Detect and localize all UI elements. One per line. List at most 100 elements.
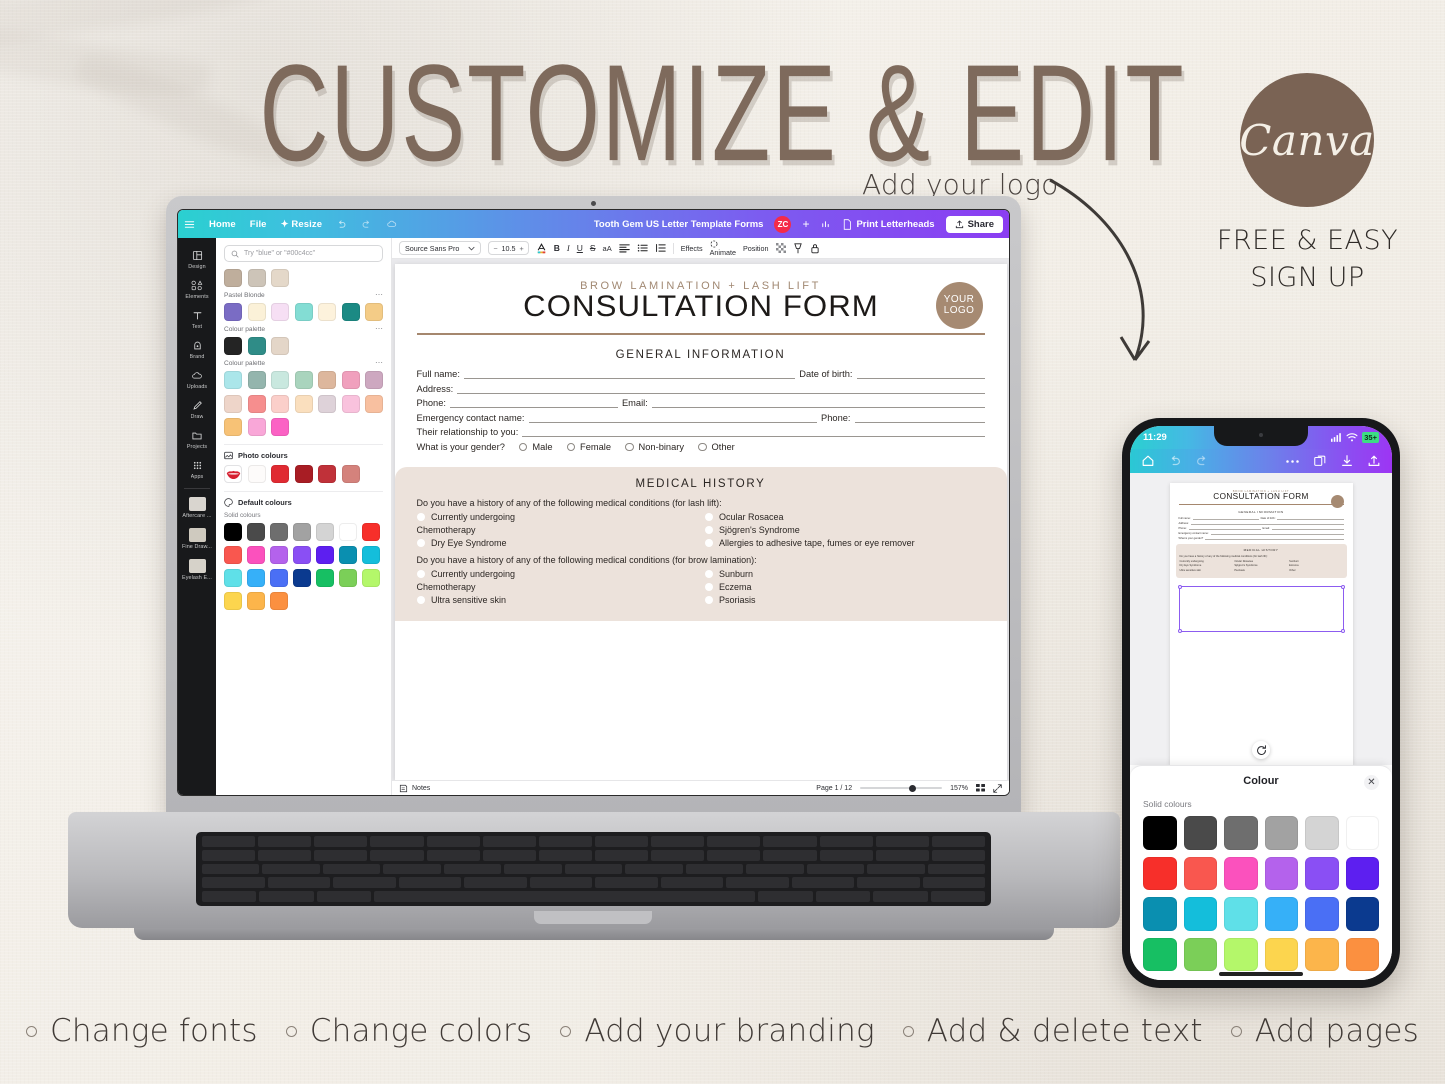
sheet-color-swatch[interactable]: [1224, 856, 1258, 890]
font-family-select[interactable]: Source Sans Pro: [399, 241, 482, 255]
color-swatch[interactable]: [224, 303, 242, 321]
print-letterheads-button[interactable]: Print Letterheads: [842, 219, 935, 230]
sheet-color-swatch[interactable]: [1143, 897, 1177, 931]
zoom-slider[interactable]: [860, 784, 943, 792]
medical-option[interactable]: Currently undergoing: [416, 512, 697, 522]
color-swatch[interactable]: [341, 303, 360, 321]
phone-document-page[interactable]: BROW LAMINATION + LASH LIFT CONSULTATION…: [1169, 483, 1353, 765]
add-collaborator-button[interactable]: +: [802, 218, 809, 230]
color-swatch[interactable]: [247, 592, 265, 610]
zoom-slider-handle[interactable]: [909, 784, 917, 792]
color-swatch[interactable]: [247, 546, 265, 564]
photo-color-swatch[interactable]: [341, 465, 360, 483]
sidebar-item-aftercare[interactable]: Aftercare ...: [178, 492, 216, 523]
document-title[interactable]: Tooth Gem US Letter Template Forms: [594, 219, 764, 230]
sheet-color-swatch[interactable]: [1264, 897, 1298, 931]
topbar-item-home[interactable]: Home: [209, 219, 236, 230]
sidebar-item-apps[interactable]: Apps: [178, 454, 216, 484]
pages-icon[interactable]: [1313, 454, 1327, 468]
medical-option[interactable]: Chemotherapy: [417, 525, 697, 535]
sheet-color-swatch[interactable]: [1143, 937, 1177, 971]
topbar-item-file[interactable]: File: [250, 219, 267, 230]
grid-view-icon[interactable]: [976, 783, 985, 793]
color-swatch[interactable]: [271, 269, 289, 287]
color-swatch[interactable]: [362, 523, 380, 541]
color-swatch[interactable]: [362, 546, 380, 564]
color-swatch[interactable]: [271, 371, 289, 389]
sheet-color-swatch[interactable]: [1183, 897, 1217, 931]
sheet-color-swatch[interactable]: [1305, 937, 1339, 971]
transparency-icon[interactable]: [775, 243, 786, 253]
sheet-color-swatch[interactable]: [1305, 816, 1339, 850]
home-icon[interactable]: [1141, 454, 1155, 468]
bullet-list-icon[interactable]: [637, 243, 648, 253]
gender-option-nonbinary[interactable]: Non-binary: [625, 442, 684, 452]
gender-option-other[interactable]: Other: [698, 442, 735, 452]
color-swatch[interactable]: [247, 569, 265, 587]
field-input[interactable]: [856, 369, 985, 380]
field-input[interactable]: [449, 398, 618, 409]
download-icon[interactable]: [1340, 454, 1354, 468]
color-swatch[interactable]: [341, 371, 360, 389]
sheet-color-swatch[interactable]: [1183, 856, 1217, 890]
sheet-color-swatch[interactable]: [1305, 856, 1339, 890]
medical-option[interactable]: Sjögren's Syndrome: [704, 525, 985, 535]
color-swatch[interactable]: [271, 337, 289, 355]
strikethrough-button[interactable]: S: [590, 243, 596, 253]
color-swatch[interactable]: [294, 394, 313, 413]
color-swatch[interactable]: [247, 523, 265, 541]
sheet-color-swatch[interactable]: [1345, 937, 1379, 971]
sheet-color-swatch[interactable]: [1183, 816, 1217, 850]
color-swatch[interactable]: [294, 303, 313, 321]
field-input[interactable]: [457, 384, 985, 394]
color-swatch[interactable]: [318, 371, 336, 389]
font-size-value[interactable]: 10.5: [502, 244, 516, 253]
color-swatch[interactable]: [271, 418, 289, 436]
redo-icon[interactable]: [361, 219, 372, 230]
sidebar-item-brand[interactable]: Brand: [178, 334, 216, 364]
color-swatch[interactable]: [365, 394, 383, 413]
color-swatch[interactable]: [339, 569, 357, 587]
color-swatch[interactable]: [318, 394, 336, 413]
field-input[interactable]: [522, 427, 985, 438]
color-swatch[interactable]: [365, 303, 383, 321]
sheet-color-swatch[interactable]: [1143, 816, 1177, 850]
animate-button[interactable]: Animate: [710, 240, 736, 257]
color-swatch[interactable]: [247, 394, 266, 413]
field-input[interactable]: [463, 369, 796, 380]
search-input[interactable]: Try "blue" or "#00c4cc": [224, 245, 383, 262]
color-swatch[interactable]: [224, 337, 242, 355]
color-swatch[interactable]: [341, 394, 360, 413]
phone-canvas[interactable]: BROW LAMINATION + LASH LIFT CONSULTATION…: [1130, 473, 1392, 765]
sheet-color-swatch[interactable]: [1345, 816, 1379, 850]
font-size-decrease[interactable]: −: [493, 244, 497, 253]
color-swatch[interactable]: [271, 303, 289, 321]
effects-button[interactable]: Effects: [681, 244, 703, 253]
color-swatch[interactable]: [365, 371, 383, 389]
palette-options-icon[interactable]: ⋯: [375, 359, 383, 367]
color-swatch[interactable]: [224, 546, 242, 564]
sidebar-item-text[interactable]: Text: [178, 304, 216, 334]
color-swatch[interactable]: [270, 523, 288, 541]
photo-color-swatch[interactable]: [271, 465, 289, 483]
page-indicator[interactable]: Page 1 / 12: [816, 785, 852, 792]
color-swatch[interactable]: [316, 523, 334, 541]
align-left-icon[interactable]: [619, 243, 630, 253]
field-input[interactable]: [651, 398, 985, 409]
sheet-color-swatch[interactable]: [1264, 937, 1298, 971]
text-color-a-icon[interactable]: [536, 242, 547, 254]
gender-option-female[interactable]: Female: [566, 442, 611, 452]
sidebar-item-fine-draw[interactable]: Fine Draw...: [178, 523, 216, 554]
medical-option[interactable]: Sunburn: [704, 569, 985, 579]
color-swatch[interactable]: [224, 569, 242, 587]
lips-thumbnail-icon[interactable]: [224, 465, 242, 483]
duplicate-icon[interactable]: [793, 242, 803, 254]
medical-option[interactable]: Eczema: [704, 582, 985, 592]
photo-color-swatch[interactable]: [294, 465, 313, 483]
color-swatch[interactable]: [293, 523, 311, 541]
sheet-color-swatch[interactable]: [1143, 856, 1177, 890]
gender-option-male[interactable]: Male: [518, 442, 553, 452]
medical-option[interactable]: Ocular Rosacea: [704, 512, 985, 522]
photo-color-swatch[interactable]: [318, 465, 336, 483]
form-title[interactable]: CONSULTATION FORM: [405, 290, 996, 324]
